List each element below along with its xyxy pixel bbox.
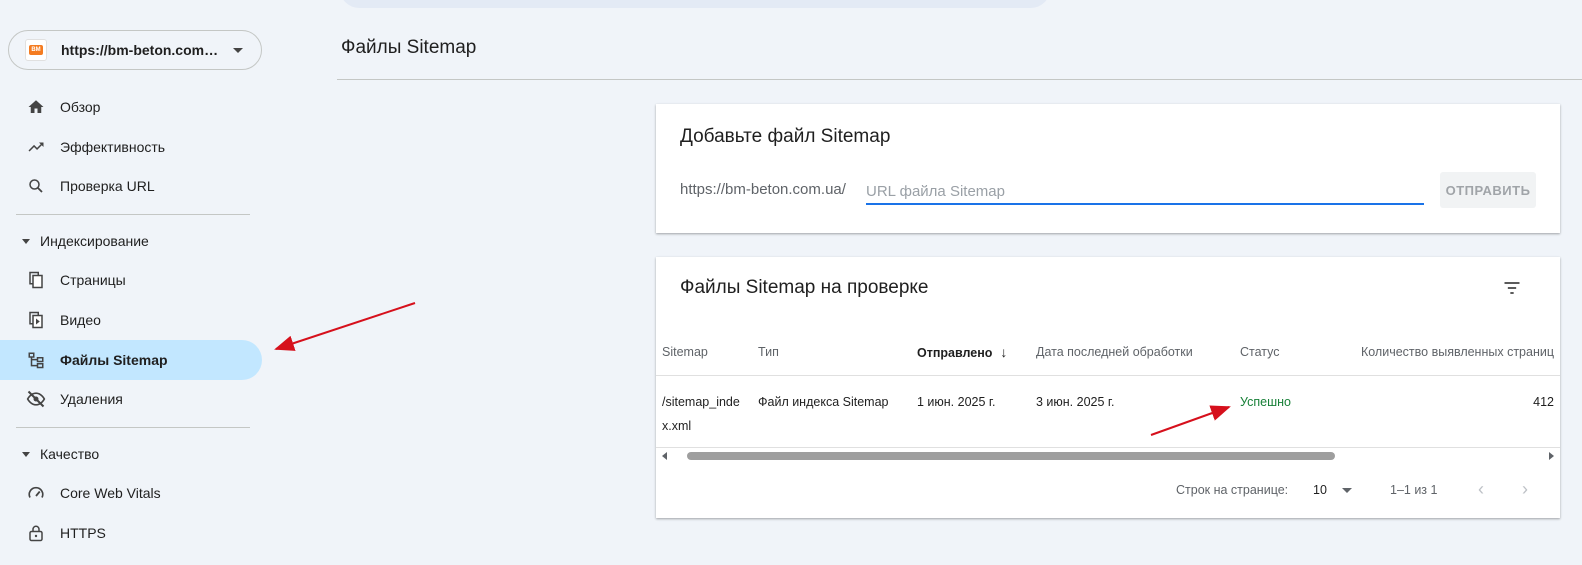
filter-icon[interactable] — [1502, 278, 1522, 298]
lock-icon — [26, 523, 46, 543]
arrow-down-icon: ↓ — [1000, 343, 1008, 360]
page-title: Файлы Sitemap — [341, 37, 477, 58]
sidebar-item-performance[interactable]: Эффективность — [0, 127, 262, 167]
visibility-off-icon — [26, 389, 46, 409]
search-bar[interactable] — [340, 0, 1050, 8]
horizontal-scrollbar[interactable] — [656, 449, 1560, 463]
column-header-last-read[interactable]: Дата последней обработки — [1030, 329, 1234, 376]
chevron-down-icon[interactable] — [1342, 488, 1352, 493]
property-selector[interactable]: BM https://bm-beton.com.ua/ — [8, 30, 262, 70]
add-sitemap-card: Добавьте файл Sitemap https://bm-beton.c… — [656, 104, 1560, 233]
chevron-down-icon — [233, 47, 243, 53]
page-range: 1–1 из 1 — [1390, 483, 1438, 497]
video-pages-icon — [26, 310, 46, 330]
site-favicon: BM — [25, 39, 47, 61]
annotation-arrow-sitemaps — [274, 302, 416, 351]
sitemap-url-input[interactable] — [866, 179, 1424, 205]
sitemaps-table: Sitemap Тип Отправлено ↓ Дата последней о… — [656, 329, 1560, 448]
sidebar-item-pages[interactable]: Страницы — [0, 260, 262, 300]
column-header-discovered[interactable]: Количество выявленных страниц — [1352, 329, 1560, 376]
column-header-type[interactable]: Тип — [752, 329, 911, 376]
sidebar-divider — [16, 214, 250, 215]
section-indexing[interactable]: Индексирование — [0, 226, 262, 256]
column-header-status[interactable]: Статус — [1234, 329, 1352, 376]
cell-type: Файл индекса Sitemap — [752, 375, 911, 448]
cell-last-read: 3 июн. 2025 г. — [1030, 375, 1234, 448]
cell-discovered: 412 — [1352, 375, 1560, 448]
table-header-row: Sitemap Тип Отправлено ↓ Дата последней о… — [656, 329, 1560, 376]
sidebar-item-core-web-vitals[interactable]: Core Web Vitals — [0, 473, 262, 513]
scroll-left-icon[interactable] — [662, 452, 667, 460]
column-header-sitemap[interactable]: Sitemap — [656, 329, 752, 376]
sidebar-item-overview[interactable]: Обзор — [0, 87, 262, 127]
cell-sitemap: /sitemap_index.xml — [656, 375, 752, 448]
url-prefix: https://bm-beton.com.ua/ — [680, 181, 846, 198]
cell-status: Успешно — [1234, 375, 1352, 448]
rows-per-page-label: Строк на странице: — [1176, 483, 1289, 497]
sidebar-item-video[interactable]: Видео — [0, 300, 262, 340]
property-url: https://bm-beton.com.ua/ — [61, 42, 221, 58]
cell-submitted: 1 июн. 2025 г. — [911, 375, 1030, 448]
chevron-right-icon[interactable]: › — [1522, 479, 1528, 500]
section-quality[interactable]: Качество — [0, 439, 262, 469]
sidebar-divider — [16, 427, 250, 428]
title-divider — [337, 79, 1582, 80]
sidebar-item-https[interactable]: HTTPS — [0, 513, 262, 553]
trending-up-icon — [26, 137, 46, 157]
add-sitemap-title: Добавьте файл Sitemap — [680, 126, 891, 147]
collapse-triangle-icon — [22, 238, 30, 244]
sidebar-item-removals[interactable]: Удаления — [0, 379, 262, 419]
pagination: Строк на странице: 10 1–1 из 1 ‹ › — [656, 475, 1560, 505]
collapse-triangle-icon — [22, 451, 30, 457]
submitted-sitemaps-card: Файлы Sitemap на проверке Sitemap Тип От… — [656, 257, 1560, 518]
sitemap-icon — [26, 350, 46, 370]
chevron-left-icon[interactable]: ‹ — [1478, 479, 1484, 500]
submitted-sitemaps-title: Файлы Sitemap на проверке — [680, 277, 929, 298]
pages-icon — [26, 270, 46, 290]
sidebar-item-url-inspection[interactable]: Проверка URL — [0, 166, 262, 206]
home-icon — [26, 97, 46, 117]
sidebar-item-sitemaps[interactable]: Файлы Sitemap — [0, 340, 262, 380]
column-header-submitted[interactable]: Отправлено ↓ — [911, 329, 1030, 376]
scrollbar-thumb[interactable] — [687, 452, 1335, 460]
rows-per-page-select[interactable]: 10 — [1313, 483, 1327, 497]
speedometer-icon — [26, 483, 46, 503]
table-row[interactable]: /sitemap_index.xml Файл индекса Sitemap … — [656, 375, 1560, 448]
scroll-right-icon[interactable] — [1549, 452, 1554, 460]
submit-button[interactable]: ОТПРАВИТЬ — [1440, 172, 1536, 208]
search-icon — [26, 176, 46, 196]
